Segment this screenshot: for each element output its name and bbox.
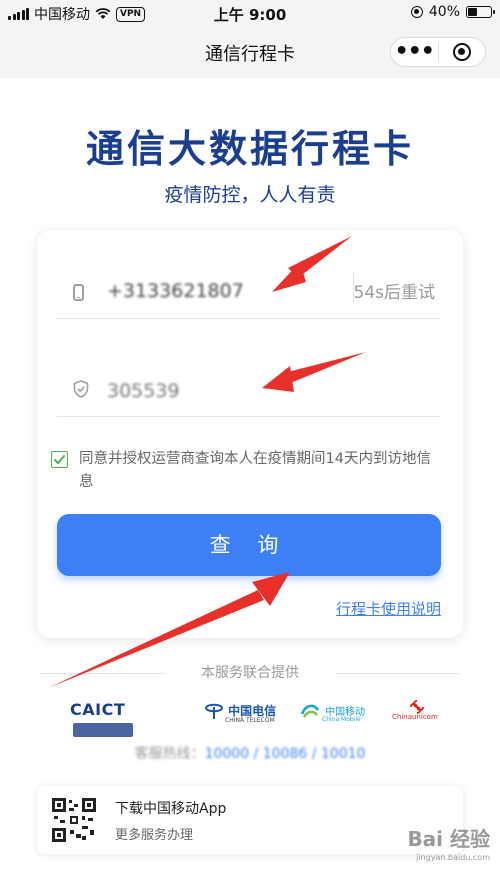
china-telecom-logo: 中国电信 CHINA TELECOM: [205, 700, 277, 728]
status-bar: 中国移动 VPN 上午 9:00 40%: [0, 0, 500, 26]
miniapp-capsule: •••: [390, 37, 486, 67]
providers-heading-text: 本服务联合提供: [201, 665, 299, 681]
verification-code-field[interactable]: 305539: [107, 380, 180, 402]
rotation-lock-icon: [410, 6, 423, 18]
providers-heading: 本服务联合提供: [0, 662, 500, 682]
wifi-icon: [95, 8, 111, 19]
agree-checkbox[interactable]: [51, 451, 68, 468]
query-button[interactable]: 查 询: [57, 514, 441, 576]
download-app-banner[interactable]: 下载中国移动App 更多服务办理: [37, 786, 463, 854]
agree-text: 同意并授权运营商查询本人在疫情期间14天内到访地信息: [79, 451, 431, 490]
hero-subtitle: 疫情防控，人人有责: [164, 184, 336, 206]
status-right: 40%: [410, 4, 495, 20]
help-link[interactable]: 行程卡使用说明: [336, 598, 441, 619]
battery-percent: 40%: [428, 4, 460, 20]
status-left: 中国移动 VPN: [8, 4, 146, 24]
code-row: 305539: [57, 366, 441, 417]
divider-left: [40, 673, 165, 674]
china-unicom-logo: China unicom: [392, 700, 440, 728]
phone-icon: [73, 284, 84, 301]
qr-code-icon: [52, 798, 96, 842]
hotline-numbers[interactable]: 10000 / 10086 / 10010: [205, 746, 366, 762]
resend-code-button[interactable]: 54s后重试: [354, 278, 436, 303]
query-card: +3133621807 54s后重试 305539 同意并授权运营商查询本人在疫…: [37, 230, 463, 638]
more-dots-icon[interactable]: •••: [391, 38, 438, 66]
nav-bar: 通信行程卡 •••: [0, 26, 500, 78]
phone-field[interactable]: +3133621807: [107, 280, 244, 302]
hotline-label: 客服热线：: [134, 746, 205, 762]
battery-icon: [466, 6, 495, 18]
caict-logo: CAICT: [70, 700, 178, 737]
divider-right: [335, 673, 460, 674]
banner-subtitle: 更多服务办理: [115, 828, 194, 843]
baidu-watermark-url: jingyan.baidu.com: [416, 853, 490, 862]
target-close-icon: [452, 43, 471, 61]
hotline: 客服热线：10000 / 10086 / 10010: [0, 743, 500, 763]
china-mobile-logo: 中国移动 China Mobile: [300, 700, 372, 728]
phone-row: +3133621807 54s后重试: [57, 270, 441, 319]
check-icon: [53, 454, 66, 465]
carrier-name: 中国移动: [34, 7, 90, 23]
close-button[interactable]: [438, 43, 485, 61]
signal-icon: [8, 8, 29, 20]
vpn-badge: VPN: [116, 6, 146, 22]
baidu-watermark: Bai 经验: [407, 827, 490, 851]
provider-logos: CAICT 中国电信 CHINA TELECOM 中国移动 China Mobi…: [0, 700, 500, 737]
shield-check-icon: [73, 380, 89, 402]
hero-title: 通信大数据行程卡: [85, 127, 414, 171]
banner-title: 下载中国移动App: [115, 801, 227, 817]
